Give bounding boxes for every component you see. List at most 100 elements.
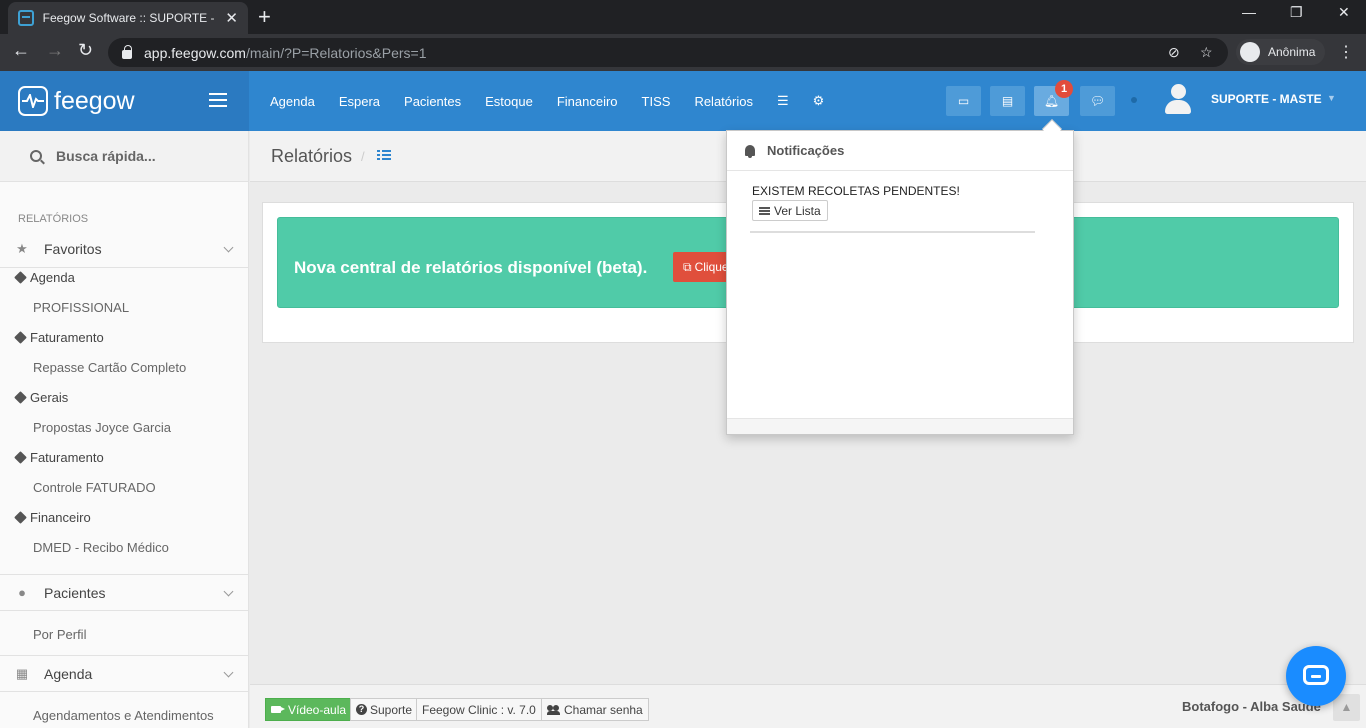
url-host: app.feegow.com (144, 44, 246, 61)
favorite-category: Faturamento (14, 450, 104, 465)
tab-close-icon[interactable]: ✕ (225, 9, 238, 27)
favorite-report-link[interactable]: Repasse Cartão Completo (33, 360, 186, 375)
favorite-report-link[interactable]: Propostas Joyce Garcia (33, 420, 171, 435)
report-link[interactable]: Agendamentos e Atendimentos (33, 708, 214, 723)
sidebar-item-pacientes[interactable]: ● Pacientes (0, 574, 248, 611)
nav-estoque[interactable]: Estoque (473, 94, 545, 109)
sidebar: Busca rápida... RELATÓRIOS ★ Favoritos A… (0, 131, 249, 728)
database-icon[interactable]: ☰ (765, 93, 801, 109)
video-lesson-label: Vídeo-aula (288, 702, 347, 717)
notifications-title: Notificações (767, 143, 845, 158)
breadcrumb-separator: / (361, 149, 365, 164)
favorite-report-link[interactable]: PROFISSIONAL (33, 300, 129, 315)
support-label: Suporte (370, 702, 413, 717)
forward-icon[interactable]: → (46, 40, 64, 61)
view-list-button[interactable]: Ver Lista (752, 200, 828, 221)
divider (750, 231, 1035, 233)
reload-icon[interactable]: ↻ (78, 40, 93, 61)
tag-icon (14, 451, 27, 464)
new-tab-button[interactable]: + (258, 4, 271, 30)
report-link[interactable]: Por Perfil (33, 627, 86, 642)
app-header: feegow Agenda Espera Pacientes Estoque F… (0, 71, 1366, 131)
notifications-dropdown: Notificações EXISTEM RECOLETAS PENDENTES… (726, 130, 1074, 435)
url-path: /main/?P=Relatorios&Pers=1 (245, 44, 427, 61)
bell-icon (745, 145, 755, 158)
nav-financeiro[interactable]: Financeiro (545, 94, 630, 109)
notification-message: EXISTEM RECOLETAS PENDENTES! (752, 184, 960, 198)
minimize-icon[interactable]: — (1242, 4, 1256, 20)
nav-espera[interactable]: Espera (327, 94, 392, 109)
video-camera-icon (271, 706, 285, 713)
incognito-icon (1240, 42, 1260, 62)
eye-off-icon[interactable]: ⊘ (1168, 44, 1180, 61)
browser-tabbar: Feegow Software :: SUPORTE - M ✕ + — ❐ ✕ (0, 0, 1366, 34)
gear-icon[interactable]: ⚙ (801, 93, 837, 109)
user-name[interactable]: SUPORTE - MASTE (1211, 92, 1322, 106)
chevron-down-icon[interactable]: ▼ (1327, 93, 1336, 103)
question-circle-icon: ? (356, 704, 367, 715)
list-icon[interactable] (377, 150, 391, 161)
chat-widget-button[interactable] (1286, 646, 1346, 706)
sidebar-item-label: Favoritos (44, 241, 102, 257)
tab-title: Feegow Software :: SUPORTE - M (42, 11, 218, 25)
tag-icon (14, 271, 27, 284)
card-button[interactable]: ▤ (990, 86, 1025, 116)
inbox-button[interactable]: ▭ (946, 86, 981, 116)
scroll-top-icon[interactable]: ▲ (1333, 694, 1360, 721)
avatar[interactable] (1165, 84, 1191, 114)
list-icon (759, 206, 770, 215)
nav-agenda[interactable]: Agenda (258, 94, 327, 109)
section-heading: RELATÓRIOS (18, 213, 89, 225)
sidebar-item-label: Agenda (44, 665, 93, 682)
quick-search[interactable]: Busca rápida... (0, 131, 248, 182)
nav-relatorios[interactable]: Relatórios (682, 94, 765, 109)
favorite-report-link[interactable]: DMED - Recibo Médico (33, 540, 169, 555)
category-label: Faturamento (30, 330, 104, 345)
footer: Vídeo-aula ? Suporte Feegow Clinic : v. … (250, 684, 1366, 728)
browser-menu-icon[interactable]: ⋮ (1338, 42, 1354, 62)
users-icon (547, 704, 560, 715)
favorite-report-link[interactable]: Controle FATURADO (33, 480, 156, 495)
nav-pacientes[interactable]: Pacientes (392, 94, 473, 109)
feegow-favicon-icon (18, 10, 34, 26)
search-icon (30, 150, 42, 162)
favorite-category: Gerais (14, 390, 68, 405)
calendar-icon: ▦ (15, 665, 29, 681)
menu-toggle-icon[interactable] (209, 93, 227, 107)
window-close-icon[interactable]: ✕ (1338, 4, 1350, 21)
video-lesson-button[interactable]: Vídeo-aula (265, 698, 353, 721)
nav-tiss[interactable]: TISS (630, 94, 683, 109)
sidebar-item-label: Pacientes (44, 584, 106, 601)
notifications-header: Notificações (727, 131, 1073, 171)
inbox-icon: ▭ (957, 94, 970, 108)
sidebar-item-favoritos[interactable]: ★ Favoritos (0, 231, 248, 268)
feegow-logo-icon (18, 86, 48, 116)
support-button[interactable]: ? Suporte (350, 698, 419, 721)
address-bar[interactable]: app.feegow.com /main/?P=Relatorios&Pers=… (108, 38, 1228, 67)
tag-icon (14, 331, 27, 344)
chat-icon: 💬︎ (1089, 94, 1106, 108)
favorite-category: Financeiro (14, 510, 91, 525)
alert-text: Nova central de relatórios disponível (b… (294, 258, 648, 277)
back-icon[interactable]: ← (12, 40, 30, 61)
call-ticket-label: Chamar senha (564, 702, 643, 717)
notifications-footer (727, 418, 1073, 434)
sidebar-item-agenda[interactable]: ▦ Agenda (0, 655, 248, 692)
chat-button[interactable]: 💬︎ (1080, 86, 1115, 116)
bell-icon: 🔔︎ (1043, 94, 1060, 108)
category-label: Financeiro (30, 510, 91, 525)
browser-tab[interactable]: Feegow Software :: SUPORTE - M ✕ (8, 2, 248, 34)
chevron-down-icon (223, 586, 234, 597)
star-icon[interactable]: ☆ (1200, 44, 1213, 61)
chevron-down-icon (223, 667, 234, 678)
tag-icon (14, 391, 27, 404)
view-list-label: Ver Lista (774, 203, 821, 218)
profile-label: Anônima (1268, 45, 1316, 59)
incognito-profile[interactable]: Anônima (1236, 39, 1326, 65)
open-new-reports-button[interactable]: ⧉ Clique (673, 252, 733, 282)
call-ticket-button[interactable]: Chamar senha (541, 698, 649, 721)
category-label: Faturamento (30, 450, 104, 465)
restore-icon[interactable]: ❐ (1290, 4, 1303, 21)
browser-toolbar: ← → ↻ app.feegow.com /main/?P=Relatorios… (0, 34, 1366, 71)
brand-name: feegow (54, 86, 135, 115)
